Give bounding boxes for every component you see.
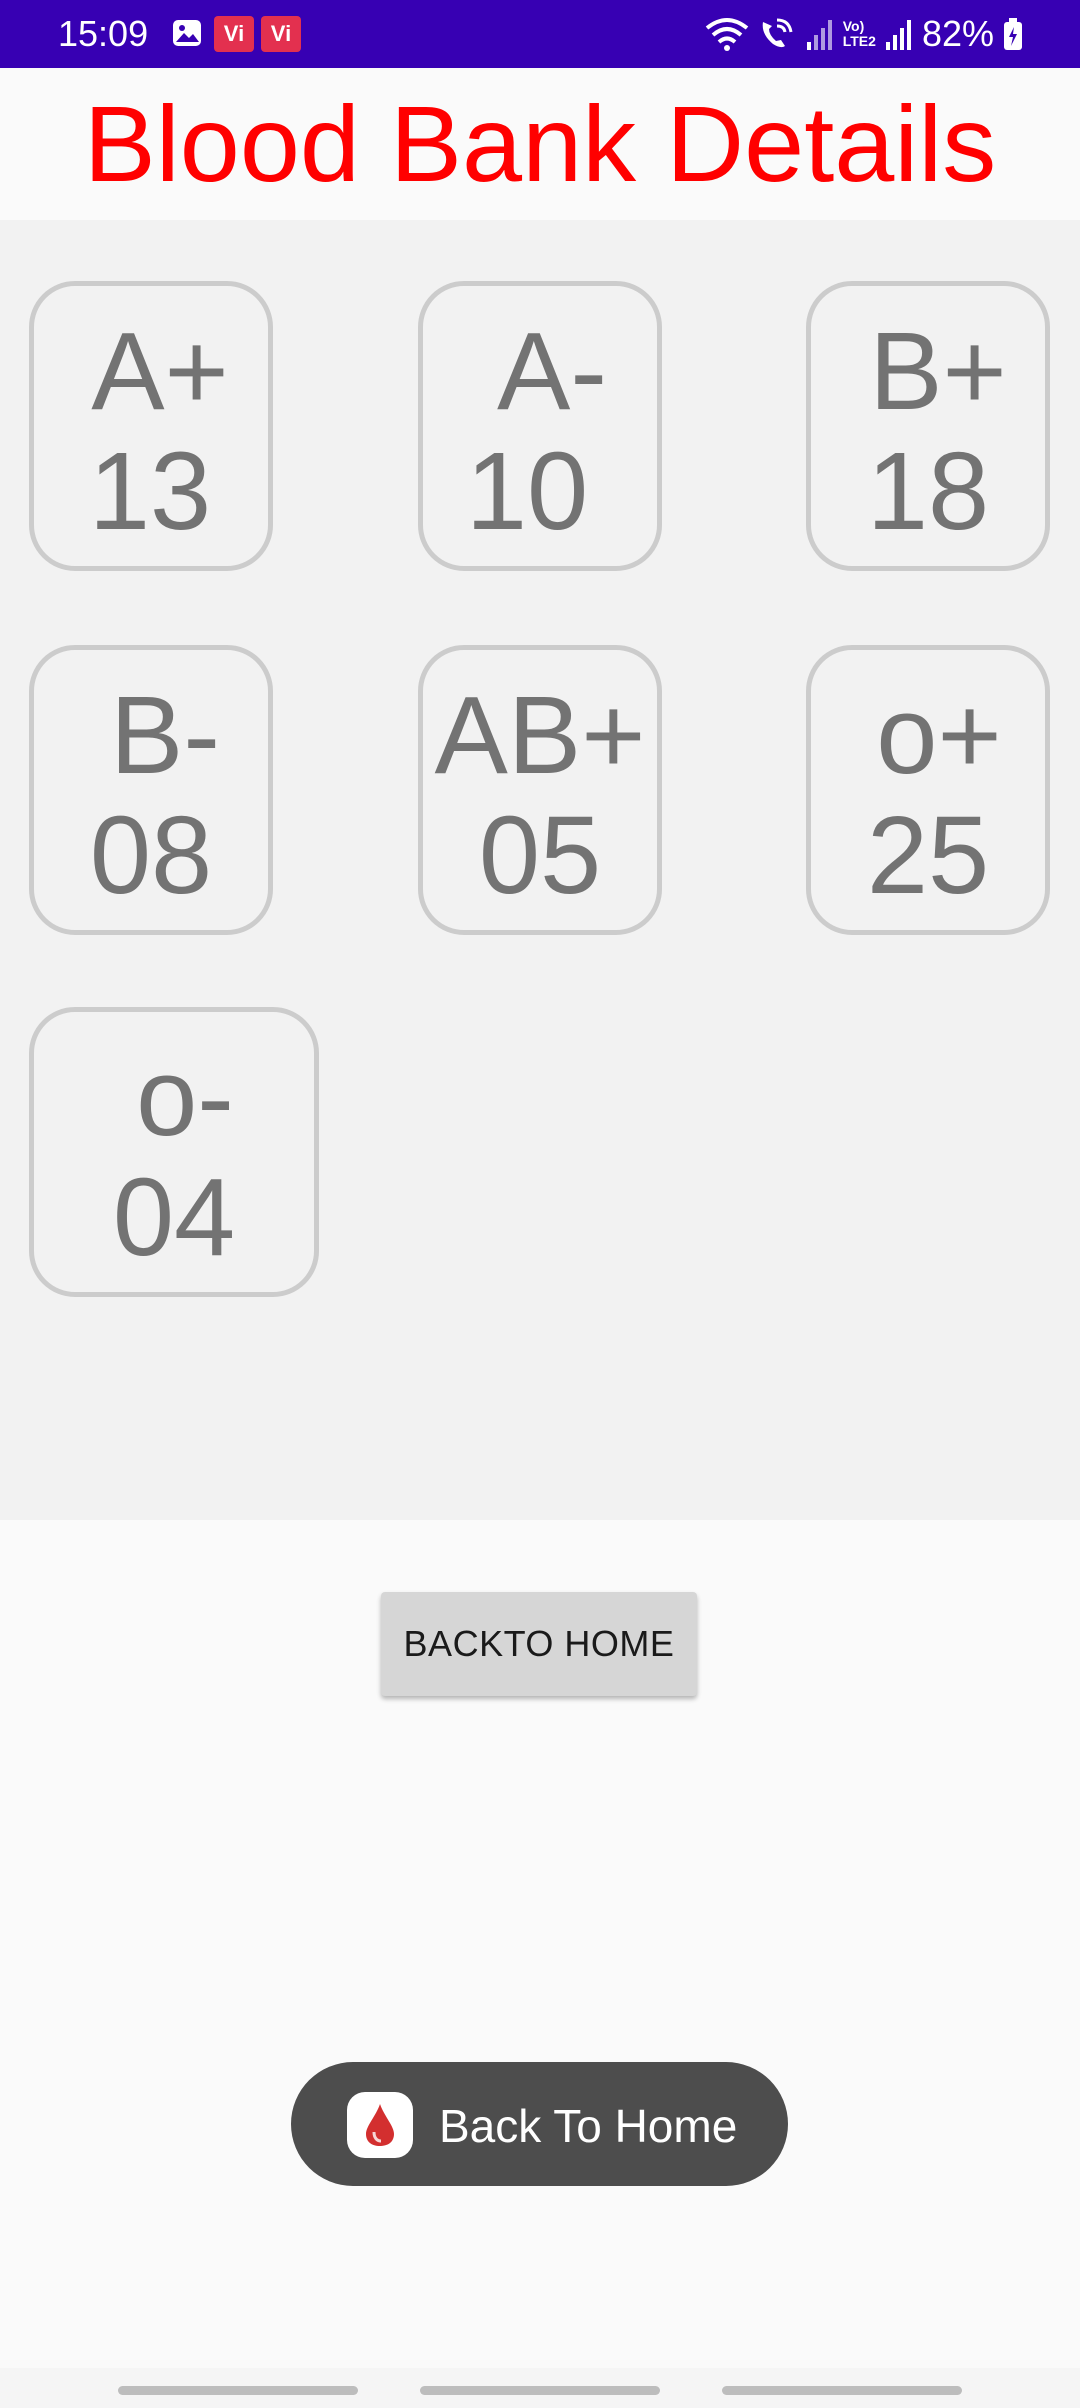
toast-text: Back To Home bbox=[439, 2100, 738, 2152]
nav-back-handle[interactable] bbox=[722, 2386, 962, 2395]
blood-group-card-b-positive: B+ 18 bbox=[806, 281, 1050, 571]
carrier-badge-icon: Vi bbox=[261, 16, 301, 52]
blood-group-card-b-negative: B- 08 bbox=[29, 645, 273, 935]
blood-group-count: 04 bbox=[112, 1156, 236, 1279]
blood-group-type: A+ bbox=[91, 310, 229, 433]
blood-group-type: B- bbox=[110, 674, 220, 797]
title-bar: Blood Bank Details bbox=[0, 68, 1080, 220]
blood-group-type: o+ bbox=[876, 674, 1002, 797]
blood-group-count: 18 bbox=[866, 430, 990, 553]
blood-group-type: AB+ bbox=[434, 674, 646, 797]
toast-message: Back To Home bbox=[291, 2062, 788, 2186]
nav-home-handle[interactable] bbox=[420, 2386, 660, 2395]
gallery-icon bbox=[173, 20, 201, 46]
blood-group-count: 25 bbox=[866, 794, 990, 917]
wifi-icon bbox=[705, 18, 748, 51]
blood-group-count: 05 bbox=[478, 794, 602, 917]
status-icons: Vo) LTE2 82% bbox=[705, 12, 1024, 56]
lte-label-bottom: LTE2 bbox=[842, 33, 876, 49]
blood-group-type: o- bbox=[136, 1036, 234, 1159]
blood-group-card-a-positive: A+ 13 bbox=[29, 281, 273, 571]
lte-indicator: Vo) LTE2 bbox=[843, 19, 876, 49]
blood-group-count: 13 bbox=[88, 430, 212, 553]
blood-group-type: A- bbox=[497, 310, 607, 433]
battery-icon bbox=[1004, 18, 1022, 50]
blood-drop-icon bbox=[347, 2092, 413, 2158]
blood-group-type: B+ bbox=[869, 310, 1007, 433]
blood-group-count: 10 bbox=[465, 430, 589, 553]
wifi-calling-icon bbox=[762, 18, 793, 48]
navigation-bar bbox=[0, 2368, 1080, 2408]
signal-icon bbox=[806, 20, 832, 50]
blood-group-card-o-positive: o+ 25 bbox=[806, 645, 1050, 935]
back-to-home-button[interactable]: BACKTO HOME bbox=[381, 1592, 697, 1696]
carrier-badge-icon: Vi bbox=[214, 16, 254, 52]
lte-label-top: Vo) bbox=[842, 18, 865, 34]
signal-icon bbox=[885, 20, 911, 50]
blood-group-card-a-negative: A- 10 bbox=[418, 281, 662, 571]
status-time: 15:09 bbox=[58, 13, 149, 54]
page-title: Blood Bank Details bbox=[83, 83, 997, 204]
nav-recents-handle[interactable] bbox=[118, 2386, 358, 2395]
status-bar: 15:09 Vi Vi Vo) LTE2 82% bbox=[0, 0, 1080, 68]
blood-group-card-o-negative: o- 04 bbox=[29, 1007, 319, 1297]
blood-group-card-ab-positive: AB+ 05 bbox=[418, 645, 662, 935]
battery-percent: 82% bbox=[921, 13, 994, 54]
blood-group-count: 08 bbox=[89, 794, 213, 917]
